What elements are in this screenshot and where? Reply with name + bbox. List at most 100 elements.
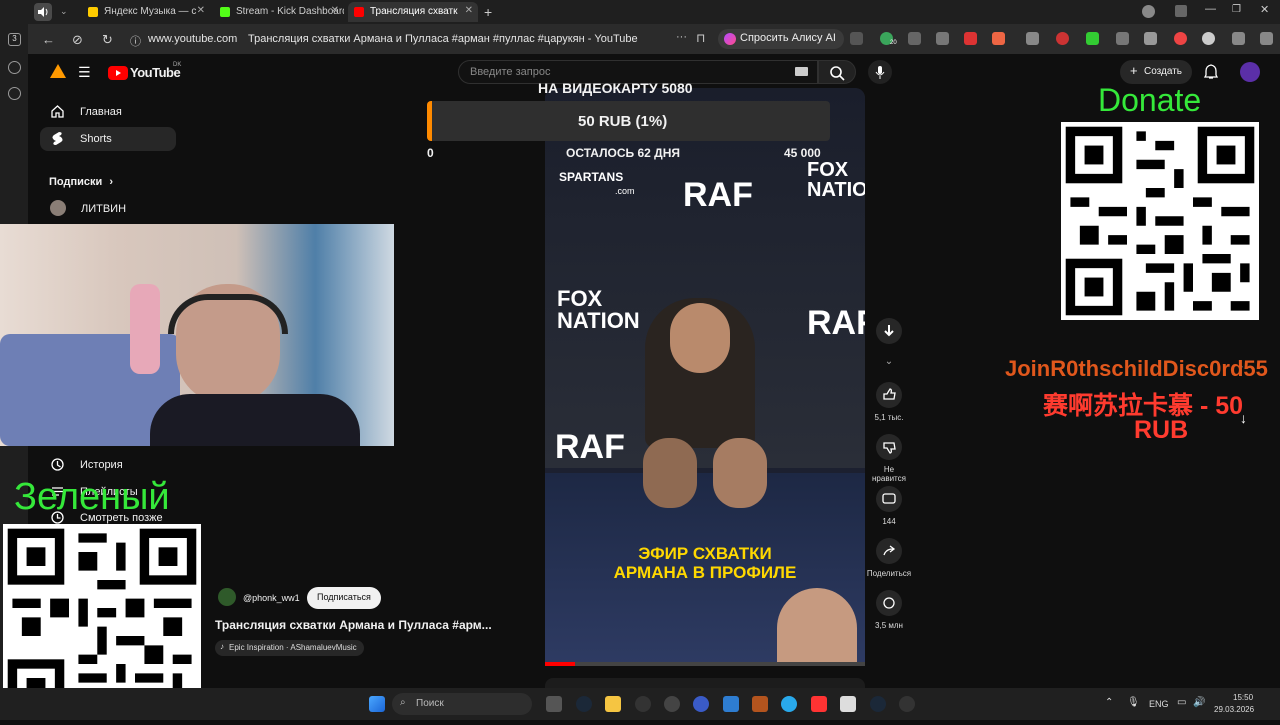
short-music-chip[interactable]: ♪ Epic Inspiration · AShamaluevMusic [215, 640, 364, 656]
tray-chevron-icon[interactable]: ⌃ [1105, 697, 1113, 708]
comments-button[interactable]: 144 [866, 486, 912, 526]
sidebar-item-shorts[interactable]: Shorts [40, 127, 176, 151]
extension-icon[interactable] [936, 32, 949, 45]
site-info-icon[interactable]: ⓘ [130, 33, 141, 49]
clock-time[interactable]: 15:50 [1233, 693, 1253, 702]
child-figure [130, 284, 160, 374]
shield-icon[interactable]: ⊘ [72, 32, 83, 48]
extension-icon[interactable] [1026, 32, 1039, 45]
close-icon[interactable]: ✕ [197, 5, 205, 16]
extension-icon[interactable] [1056, 32, 1069, 45]
channel-avatar[interactable] [218, 588, 236, 606]
tab-count-badge[interactable]: 3 [8, 33, 21, 46]
mic-tray-icon[interactable]: 🎙 [1127, 697, 1140, 708]
close-window-button[interactable]: ✕ [1260, 3, 1269, 16]
sound-icon[interactable] [34, 3, 52, 21]
close-icon[interactable]: ✕ [331, 5, 339, 16]
like-button[interactable]: 5,1 тыс. [866, 382, 912, 422]
extension-icon[interactable] [1086, 32, 1099, 45]
extension-icon[interactable] [908, 32, 921, 45]
keyboard-icon[interactable] [795, 67, 808, 76]
like-count: 5,1 тыс. [874, 413, 904, 422]
sidebar-item-home[interactable]: Главная [40, 100, 176, 124]
extension-icon[interactable] [850, 32, 863, 45]
create-button[interactable]: + Создать [1120, 60, 1193, 84]
back-button[interactable]: ← [42, 32, 55, 47]
subscriptions-header[interactable]: Подписки › [49, 176, 113, 188]
subscribe-button[interactable]: Подписаться [307, 587, 381, 609]
task-view-icon[interactable] [546, 696, 562, 712]
history-icon [51, 458, 64, 471]
share-button[interactable]: Поделиться [866, 538, 912, 578]
network-icon[interactable]: ▭ [1177, 697, 1186, 708]
app-icon[interactable] [635, 696, 651, 712]
extension-icon[interactable] [992, 32, 1005, 45]
steam-icon[interactable] [870, 696, 886, 712]
comment-icon [876, 486, 902, 512]
chevron-down-icon[interactable]: ⌄ [60, 6, 68, 17]
menu-icon[interactable]: ☰ [78, 64, 91, 81]
youtube-logo-icon[interactable] [108, 66, 128, 80]
url-text[interactable]: www.youtube.com [148, 33, 237, 45]
mic-button[interactable] [868, 60, 892, 84]
reload-button[interactable]: ↻ [102, 32, 113, 48]
chevron-down-icon[interactable]: ⌄ [866, 356, 912, 367]
sidebar-item-history[interactable]: История [40, 453, 176, 477]
app-icon[interactable] [899, 696, 915, 712]
start-icon[interactable] [369, 696, 385, 712]
page-title-text[interactable]: Трансляция схватки Армана и Пулласа #арм… [248, 33, 638, 45]
language-indicator[interactable]: ENG [1149, 699, 1169, 709]
short-video-player[interactable]: SPARTANS .com RAF FOX NATION FOX NATION … [545, 88, 865, 666]
next-short-preview[interactable] [545, 678, 865, 688]
remix-button[interactable]: 3,5 млн [866, 590, 912, 630]
app-icon[interactable] [723, 696, 739, 712]
history-panel-icon[interactable] [8, 87, 21, 100]
avatar[interactable] [1240, 62, 1260, 82]
goal-min: 0 [427, 146, 434, 160]
profile-icon[interactable] [1142, 5, 1155, 18]
clock-date[interactable]: 29.03.2026 [1214, 705, 1254, 714]
extension-icon[interactable] [1174, 32, 1187, 45]
extension-icon[interactable] [1144, 32, 1157, 45]
dislike-button[interactable]: Не нравится [866, 434, 912, 483]
tab-kick-dashboard[interactable]: Stream - Kick Dashboard ✕ [214, 2, 344, 22]
taskbar-search[interactable]: ⌕ Поиск [392, 693, 532, 715]
new-tab-button[interactable]: + [484, 4, 492, 20]
youtube-icon [354, 7, 364, 17]
sidebar-subscription-channel[interactable]: ЛИТВИН [81, 203, 126, 215]
close-icon[interactable]: ✕ [465, 5, 473, 16]
ask-alisa-button[interactable]: Спросить Алису AI [718, 29, 844, 49]
extension-icon[interactable] [1116, 32, 1129, 45]
download-icon[interactable] [1260, 32, 1273, 45]
short-channel-name[interactable]: @phonk_ww1 [243, 593, 300, 603]
bell-icon[interactable] [1203, 64, 1219, 79]
bookmark-icon[interactable]: ⊓ [696, 31, 705, 45]
extension-icon[interactable] [1232, 32, 1245, 45]
warning-icon[interactable] [50, 64, 66, 78]
short-title[interactable]: Трансляция схватки Армана и Пулласа #арм… [215, 618, 492, 632]
steam-icon[interactable] [576, 696, 592, 712]
search-button[interactable] [818, 60, 856, 84]
tab-yandex-music[interactable]: Яндекс Музыка — с ✕ [82, 2, 210, 22]
collections-icon[interactable] [8, 61, 21, 74]
tab-youtube[interactable]: Трансляция схватк ✕ [348, 2, 478, 22]
volume-icon[interactable]: 🔊 [1193, 697, 1205, 708]
calculator-icon[interactable] [840, 696, 856, 712]
extension-icon[interactable] [964, 32, 977, 45]
video-progress-track[interactable] [545, 662, 865, 666]
extension-icon[interactable] [1202, 32, 1215, 45]
app-icon[interactable] [752, 696, 768, 712]
file-explorer-icon[interactable] [605, 696, 621, 712]
telegram-icon[interactable] [781, 696, 797, 712]
obs-icon[interactable] [664, 696, 680, 712]
yandex-browser-icon[interactable] [811, 696, 827, 712]
prev-short-button[interactable] [866, 318, 912, 349]
app-icon[interactable] [693, 696, 709, 712]
notifications-icon[interactable] [1175, 5, 1187, 17]
minimize-button[interactable]: — [1205, 3, 1216, 15]
maximize-button[interactable]: ❐ [1232, 4, 1241, 15]
tab-label: Яндекс Музыка — с [104, 6, 197, 17]
channel-avatar[interactable] [50, 200, 66, 216]
region-badge: DK [173, 62, 182, 68]
more-icon[interactable]: ··· [676, 31, 687, 43]
